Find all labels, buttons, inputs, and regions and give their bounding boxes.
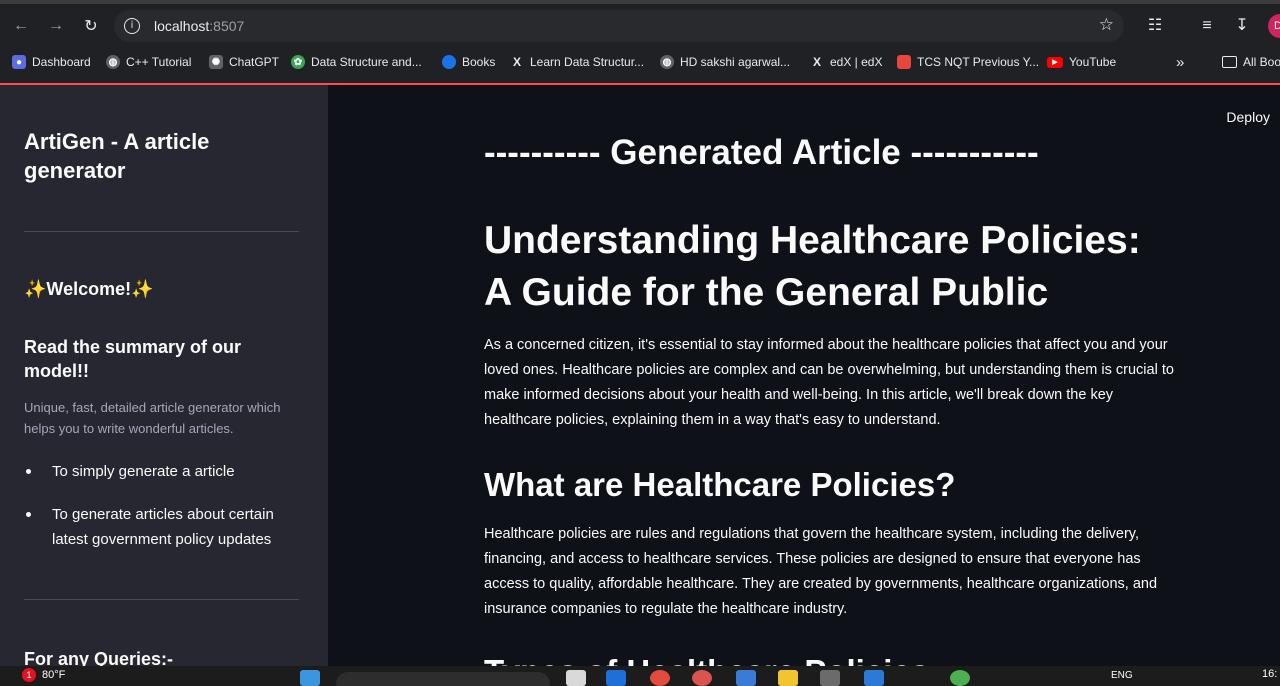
vscode-icon[interactable] — [864, 670, 884, 686]
sidebar-divider — [24, 599, 299, 600]
back-icon[interactable]: ← — [7, 12, 35, 40]
app-icon[interactable] — [650, 670, 670, 686]
globe-icon: ◍ — [106, 55, 120, 69]
bookmark-cpp-tutorial[interactable]: ◍ C++ Tutorial — [106, 52, 191, 72]
summary-heading: Read the summary of our model!! — [24, 337, 242, 381]
app-icon[interactable] — [820, 670, 840, 686]
section-body: Healthcare policies are rules and regula… — [484, 526, 1158, 617]
leaf-icon: ✿ — [291, 55, 305, 69]
section-heading: Types of Healthcare Policies — [484, 652, 1174, 666]
clock[interactable]: 16: — [1262, 668, 1277, 680]
bookmark-label: Data Structure and... — [311, 55, 422, 69]
generated-article-heading: ---------- Generated Article ----------- — [484, 133, 1039, 172]
sidebar-title: ArtiGen - A article generator — [24, 129, 210, 183]
media-queue-icon[interactable]: ≡ — [1193, 12, 1221, 40]
url-text[interactable]: localhost:8507 — [154, 18, 244, 34]
bookmark-dashboard[interactable]: ● Dashboard — [12, 52, 91, 72]
extensions-icon[interactable]: ☷ — [1141, 12, 1169, 40]
bookmark-label: C++ Tutorial — [126, 55, 192, 69]
language-indicator[interactable]: ENG — [1111, 670, 1133, 681]
all-bookmarks-button[interactable]: All Boo — [1222, 52, 1280, 72]
address-bar[interactable]: i localhost:8507 ☆ — [114, 10, 1124, 42]
bookmark-star-icon[interactable]: ☆ — [1099, 15, 1114, 35]
download-icon[interactable]: ↧ — [1228, 12, 1256, 40]
bookmark-data-structure[interactable]: ✿ Data Structure and... — [291, 52, 422, 72]
calendar-icon[interactable] — [736, 670, 756, 686]
weather-badge: 1 — [22, 668, 36, 682]
bullet-icon — [26, 469, 31, 474]
bookmark-youtube[interactable]: ▶ YouTube — [1047, 52, 1116, 72]
url-host: localhost — [154, 18, 210, 34]
article-title: Understanding Healthcare Policies: A Gui… — [484, 219, 1141, 314]
deploy-button[interactable]: Deploy — [1226, 109, 1270, 125]
queries-heading: For any Queries:- — [24, 649, 174, 666]
bookmark-edx[interactable]: X edX | edX — [810, 52, 883, 72]
list-item: To generate articles about certain lates… — [24, 502, 299, 552]
more-bookmarks-button[interactable]: » — [1176, 52, 1184, 72]
x-icon: X — [510, 55, 524, 69]
browser-chrome: ← → ↻ i localhost:8507 ☆ ☷ ≡ ↧ D ● Dashb… — [0, 0, 1280, 84]
main-content: Deploy ---------- Generated Article ----… — [328, 85, 1280, 666]
section-heading: What are Healthcare Policies? — [484, 466, 956, 503]
tab-strip — [0, 0, 1280, 4]
bookmark-label: Learn Data Structur... — [530, 55, 645, 69]
globe-icon: ◍ — [660, 55, 674, 69]
bookmark-label: HD sakshi agarwal... — [680, 55, 791, 69]
weather-widget[interactable]: 1 80°F — [22, 668, 65, 682]
feature-list: To simply generate a article To generate… — [24, 459, 299, 570]
bookmarks-bar: ● Dashboard ◍ C++ Tutorial ✺ ChatGPT ✿ D… — [0, 50, 1280, 74]
os-taskbar: 1 80°F ENG 16: — [0, 666, 1280, 686]
folder-icon — [1222, 56, 1237, 68]
books-icon — [442, 55, 456, 69]
reload-icon[interactable]: ↻ — [77, 12, 105, 40]
tcs-icon — [897, 55, 911, 69]
bookmark-chatgpt[interactable]: ✺ ChatGPT — [209, 52, 279, 72]
all-bookmarks-label: All Boo — [1243, 55, 1280, 69]
list-item: To simply generate a article — [24, 459, 299, 484]
bookmark-books[interactable]: Books — [442, 52, 495, 72]
start-icon[interactable] — [300, 670, 320, 686]
app-icon[interactable] — [692, 670, 712, 686]
bullet-icon — [26, 512, 31, 517]
sidebar: ArtiGen - A article generator ✨Welcome!✨… — [0, 85, 328, 666]
bookmark-hd-sakshi[interactable]: ◍ HD sakshi agarwal... — [660, 52, 790, 72]
bookmark-label: Books — [462, 55, 496, 69]
bookmark-learn-data-structures[interactable]: X Learn Data Structur... — [510, 52, 644, 72]
x-icon: X — [810, 55, 824, 69]
browser-toolbar: ← → ↻ i localhost:8507 ☆ ☷ ≡ ↧ — [0, 8, 1280, 44]
folder-icon[interactable] — [778, 670, 798, 686]
bookmark-label: ChatGPT — [229, 55, 280, 69]
app-icon[interactable] — [606, 670, 626, 686]
bookmark-label: YouTube — [1069, 55, 1117, 69]
dashboard-icon: ● — [12, 55, 26, 69]
chatgpt-icon: ✺ — [209, 55, 223, 69]
bookmark-tcs-nqt[interactable]: TCS NQT Previous Y... — [897, 52, 1039, 72]
summary-caption: Unique, fast, detailed article generator… — [24, 400, 281, 436]
feature-text: To generate articles about certain lates… — [52, 506, 274, 548]
site-info-icon[interactable]: i — [124, 18, 140, 34]
taskbar-search[interactable] — [336, 672, 550, 686]
task-view-icon[interactable] — [566, 670, 586, 686]
forward-icon[interactable]: → — [42, 12, 70, 40]
bookmark-label: Dashboard — [32, 55, 91, 69]
bookmark-label: TCS NQT Previous Y... — [917, 55, 1040, 69]
feature-text: To simply generate a article — [52, 463, 235, 480]
article-intro: As a concerned citizen, it's essential t… — [484, 337, 1174, 428]
app-icon[interactable] — [950, 670, 970, 686]
weather-temp: 80°F — [42, 669, 66, 681]
url-port: :8507 — [209, 18, 245, 34]
youtube-icon: ▶ — [1047, 56, 1063, 68]
sidebar-divider — [24, 231, 299, 232]
bookmark-label: edX | edX — [830, 55, 883, 69]
welcome-heading: ✨Welcome!✨ — [24, 279, 154, 299]
